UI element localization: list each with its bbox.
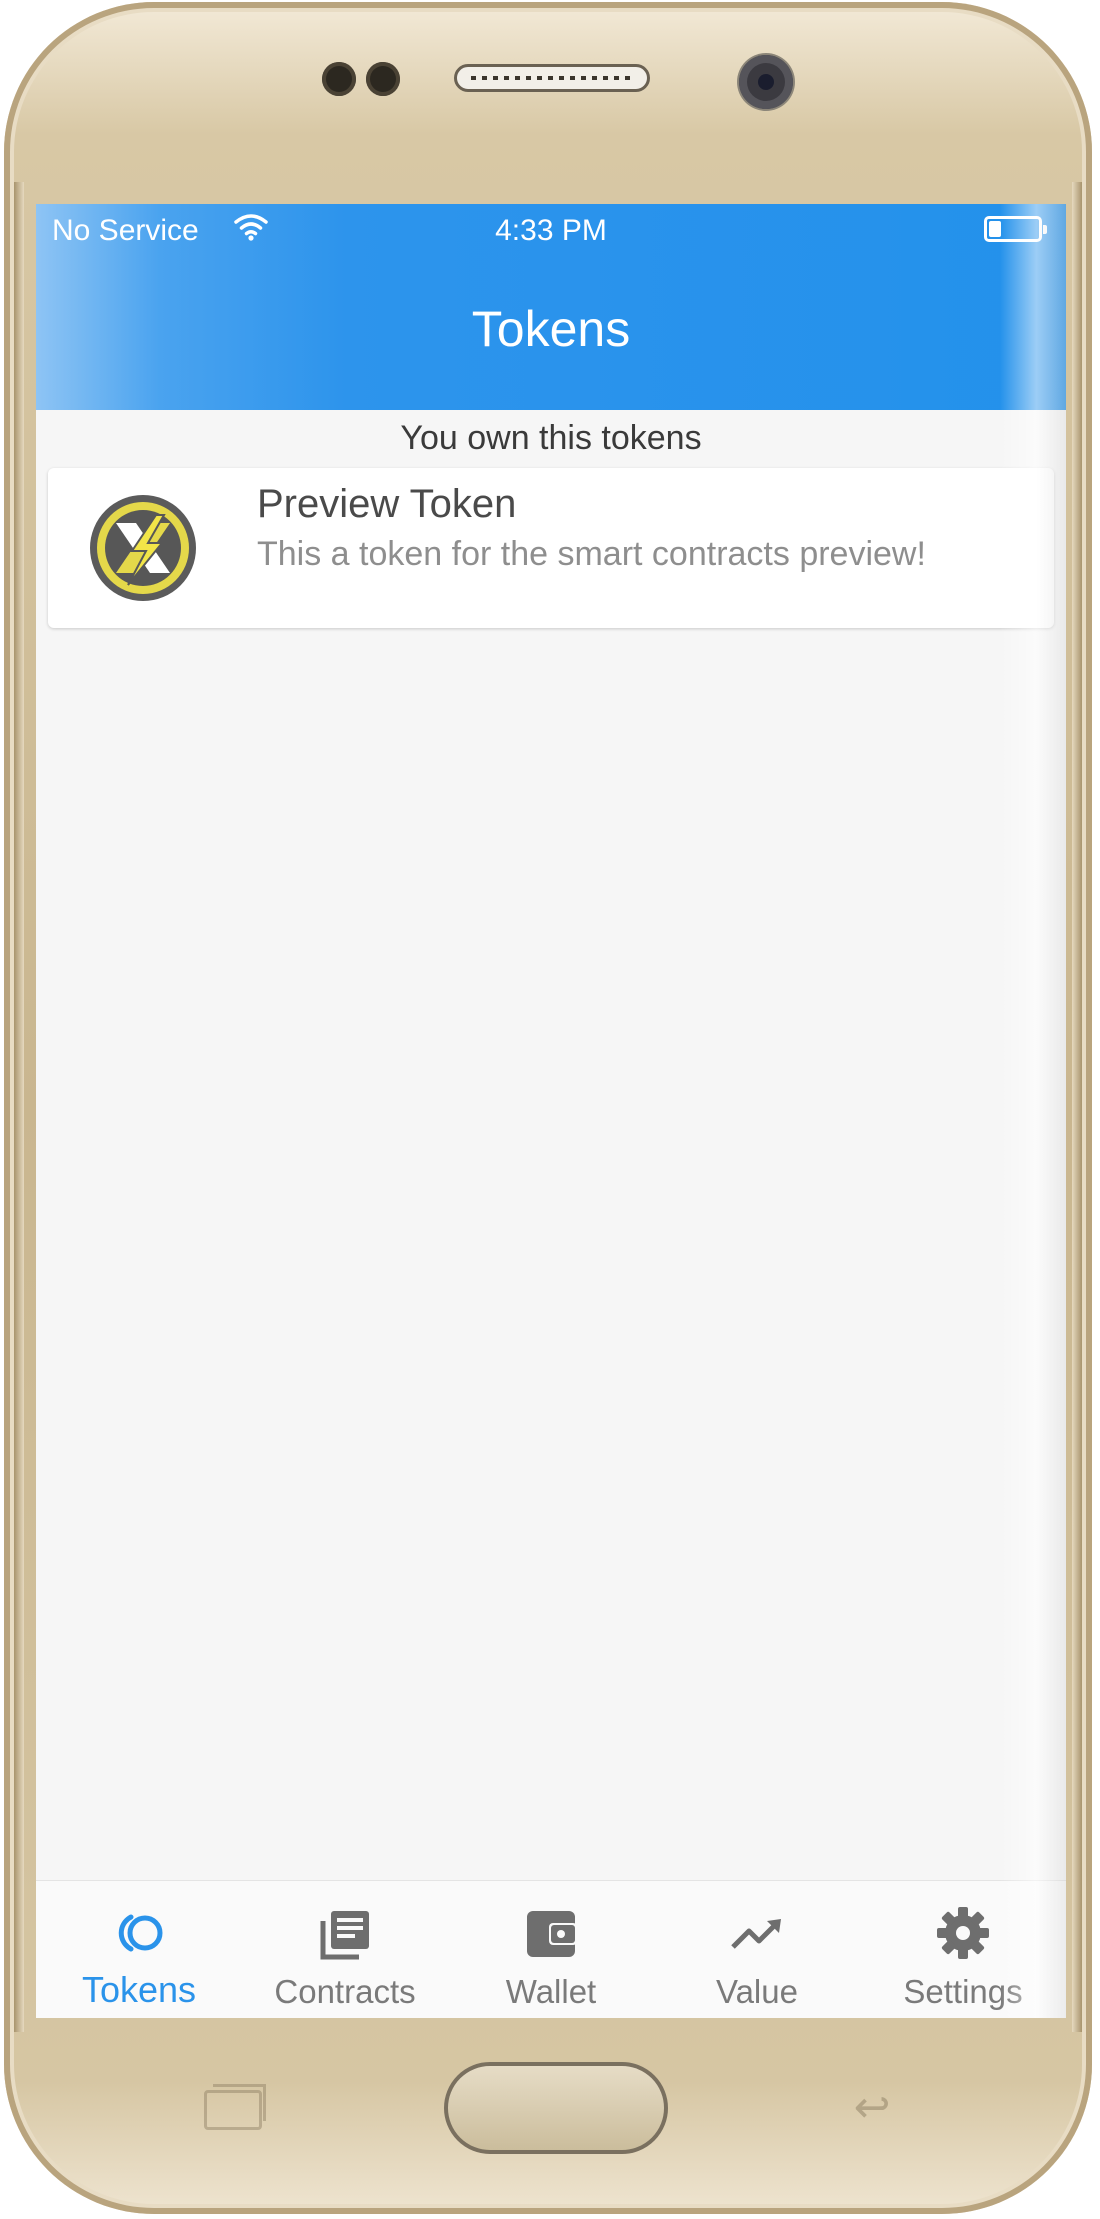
home-button[interactable] bbox=[444, 2062, 668, 2154]
status-bar: No Service 4:33 PM bbox=[36, 204, 1066, 256]
wallet-icon bbox=[527, 1911, 577, 1957]
tab-label: Contracts bbox=[274, 1973, 416, 2010]
tab-tokens[interactable]: Tokens bbox=[36, 1881, 242, 2018]
phone-edge-right bbox=[1072, 182, 1082, 2032]
tab-label: Tokens bbox=[81, 1969, 197, 2010]
trending-up-icon bbox=[731, 1919, 781, 1949]
tab-wallet[interactable]: Wallet bbox=[448, 1881, 654, 2018]
tab-settings[interactable]: Settings bbox=[860, 1881, 1066, 2018]
sensor-dot bbox=[322, 62, 356, 96]
lightning-x-coin-icon bbox=[90, 495, 196, 601]
app-screen: No Service 4:33 PM Tokens You own this t… bbox=[36, 204, 1066, 2018]
front-camera bbox=[739, 55, 793, 109]
tab-value[interactable]: Value bbox=[654, 1881, 860, 2018]
token-list-item[interactable]: Preview Token This a token for the smart… bbox=[48, 468, 1054, 628]
bottom-tab-bar: Tokens Contracts Wallet Value Settings bbox=[36, 1880, 1066, 2018]
section-label: You own this tokens bbox=[400, 419, 702, 457]
earpiece-speaker bbox=[454, 64, 650, 92]
sensor-dot bbox=[366, 62, 400, 96]
battery-icon bbox=[984, 216, 1047, 242]
gear-icon bbox=[937, 1907, 989, 1959]
app-header: No Service 4:33 PM Tokens bbox=[36, 204, 1066, 410]
token-name: Preview Token bbox=[257, 482, 517, 526]
tab-label: Wallet bbox=[505, 1973, 597, 2010]
contracts-icon bbox=[320, 1911, 369, 1960]
phone-edge-left bbox=[14, 182, 24, 2032]
page-title: Tokens bbox=[471, 301, 631, 357]
tokens-icon bbox=[118, 1914, 163, 1952]
recent-apps-icon[interactable] bbox=[204, 2084, 266, 2130]
tab-contracts[interactable]: Contracts bbox=[242, 1881, 448, 2018]
token-description: This a token for the smart contracts pre… bbox=[257, 535, 926, 573]
back-icon[interactable]: ↩ bbox=[842, 2086, 902, 2130]
tab-label: Value bbox=[716, 1973, 798, 2010]
status-time: 4:33 PM bbox=[495, 214, 607, 247]
tab-label: Settings bbox=[903, 1973, 1023, 2010]
